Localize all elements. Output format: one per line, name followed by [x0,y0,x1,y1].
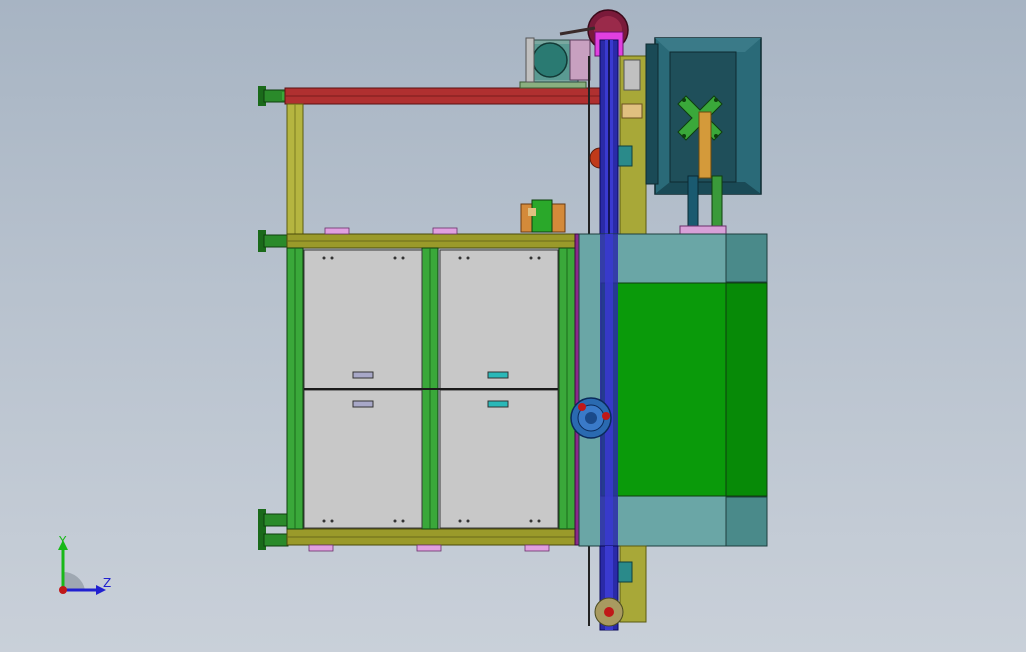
cabinet-door-bottom-right [439,389,559,529]
green-door [600,282,727,497]
y-axis-label: Y [58,534,67,548]
cabinet-door-top-left [303,249,423,390]
monitor [645,37,762,235]
cad-viewport[interactable]: Y Z [0,0,1026,652]
bottom-column [594,545,647,631]
top-motor [519,37,591,89]
leveling-foot-middle [258,230,289,252]
cabinet-door-bottom-left [303,389,423,529]
coordinate-triad: Y Z [58,534,111,595]
cabinet-door-top-right [439,249,559,390]
leveling-foot-bottom-1 [258,509,289,531]
z-axis-label: Z [103,576,111,590]
leveling-foot-bottom-2 [258,530,289,550]
small-bracket-part [520,199,566,233]
x-axis-origin [59,586,67,594]
handwheel-knob [570,397,612,439]
